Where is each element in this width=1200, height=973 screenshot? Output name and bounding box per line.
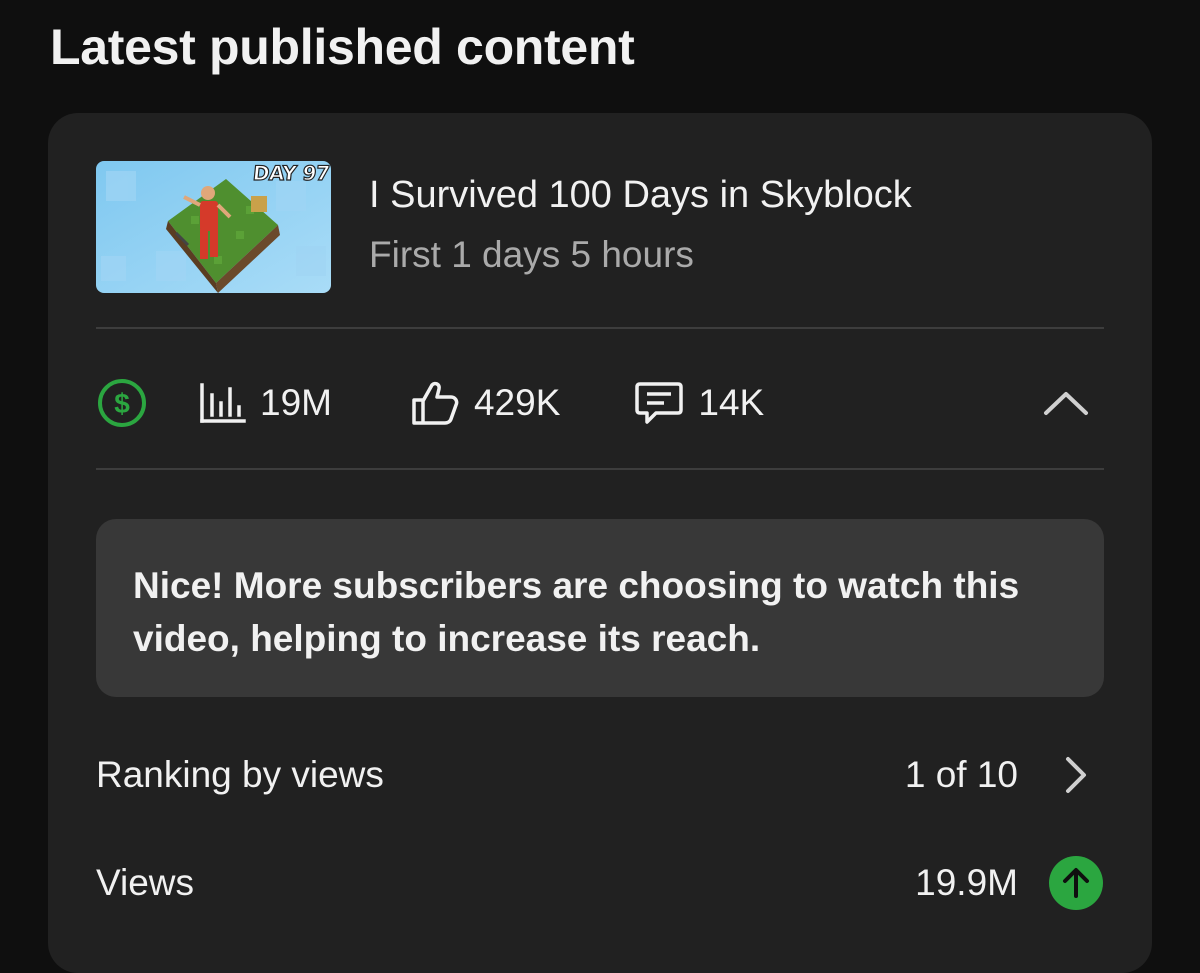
divider — [96, 468, 1104, 470]
bar-chart-icon — [200, 383, 246, 423]
video-row[interactable]: DAY 97 I Survived 100 Days in Skyblock F… — [96, 161, 1104, 295]
video-subtitle: First 1 days 5 hours — [369, 233, 694, 275]
divider — [96, 327, 1104, 329]
comments-stat[interactable]: 14K — [634, 380, 764, 426]
video-title[interactable]: I Survived 100 Days in Skyblock — [369, 173, 912, 219]
dollar-circle-icon: $ — [98, 379, 146, 427]
comments-count: 14K — [698, 382, 765, 423]
metric-label: Views — [96, 862, 195, 903]
metric-row-ranking[interactable]: Ranking by views 1 of 10 — [96, 745, 1104, 805]
views-stat[interactable]: 19M — [198, 381, 332, 425]
latest-content-card: DAY 97 I Survived 100 Days in Skyblock F… — [48, 113, 1152, 973]
video-text: I Survived 100 Days in Skyblock First 1 … — [369, 161, 912, 277]
views-count: 19M — [260, 382, 332, 423]
thumbs-up-icon — [412, 381, 459, 425]
video-thumbnail[interactable]: DAY 97 — [96, 161, 331, 293]
stats-row: $ 19M 429K 14K — [96, 363, 1104, 443]
comment-icon — [635, 382, 684, 424]
collapse-button[interactable] — [1038, 375, 1094, 431]
insight-text: Nice! More subscribers are choosing to w… — [133, 565, 1020, 659]
insight-box: Nice! More subscribers are choosing to w… — [96, 519, 1104, 697]
monetization-status[interactable]: $ — [96, 377, 148, 429]
metric-label: Ranking by views — [96, 754, 384, 795]
likes-count: 429K — [473, 382, 561, 423]
metric-value: 19.9M — [915, 862, 1018, 903]
chevron-right-icon — [1066, 757, 1086, 793]
metric-row-views[interactable]: Views 19.9M — [96, 853, 1104, 913]
arrow-up-icon — [1063, 868, 1089, 898]
likes-stat[interactable]: 429K — [410, 380, 560, 426]
svg-text:$: $ — [114, 388, 130, 419]
chevron-up-icon — [1044, 392, 1088, 415]
trend-badge — [1049, 856, 1103, 910]
metric-action[interactable] — [1048, 855, 1104, 911]
page-title: Latest published content — [50, 19, 635, 75]
metric-value: 1 of 10 — [904, 754, 1018, 795]
metric-action[interactable] — [1048, 747, 1104, 803]
thumbnail-badge: DAY 97 — [251, 161, 331, 186]
